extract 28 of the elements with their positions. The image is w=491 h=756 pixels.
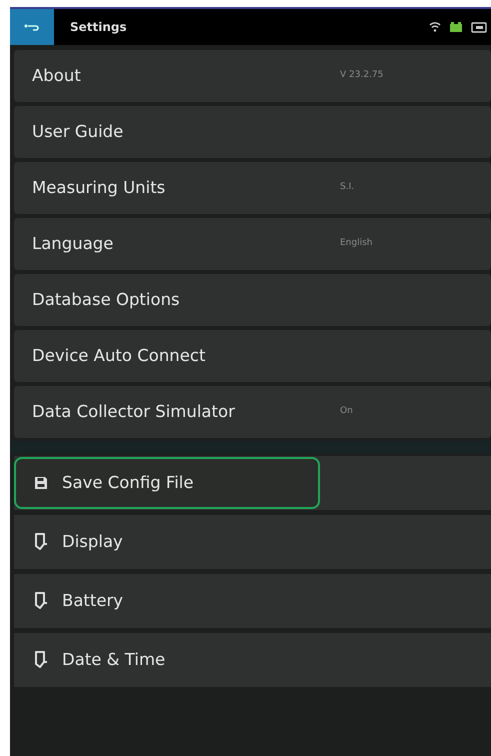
window-title: Settings [70,19,127,36]
item-value: On [340,405,353,418]
tag-icon [34,651,48,669]
settings-item[interactable]: Database Options [14,274,491,326]
tool-item[interactable]: Save Config File [14,457,320,509]
item-label: Measuring Units [32,176,166,199]
settings-item[interactable]: User Guide [14,106,491,158]
tag-icon [34,533,48,551]
back-icon [24,22,40,32]
tag-icon [34,592,48,610]
item-label: Device Auto Connect [32,344,206,367]
wifi-icon [429,22,441,32]
item-label: Data Collector Simulator [32,400,236,423]
back-button[interactable] [10,9,54,45]
battery-icon [449,21,463,33]
item-value: English [340,237,372,250]
settings-item[interactable]: Language English [14,218,491,270]
item-value: S.I. [340,181,354,194]
settings-item[interactable]: Measuring Units S.I. [14,162,491,214]
item-label: Language [32,232,114,255]
settings-item[interactable]: Data Collector Simulator On [14,386,491,438]
settings-item[interactable]: About V 23.2.75 [14,50,491,102]
item-label: User Guide [32,120,124,143]
item-value: V 23.2.75 [340,69,384,82]
item-label: Database Options [32,288,181,311]
settings-item[interactable]: Device Auto Connect [14,330,491,382]
item-label: About [32,64,82,87]
plug-icon [471,22,487,32]
